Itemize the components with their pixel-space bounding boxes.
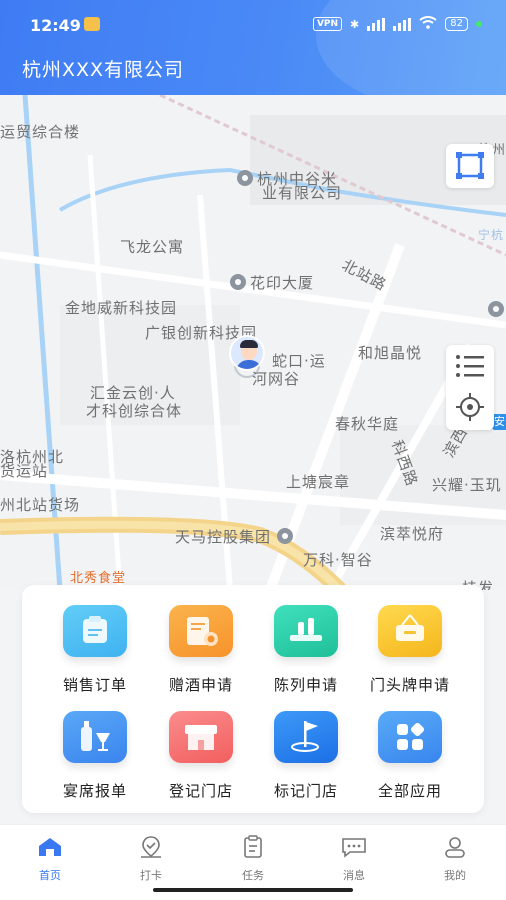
tab-profile[interactable]: 我的 [415, 835, 495, 883]
map-label: 和旭晶悦 [358, 344, 423, 362]
task-icon [244, 835, 262, 858]
map-label: 宁杭 [478, 228, 505, 242]
map-view[interactable]: 运贸综合楼 杭州中谷米 业有限公司 飞龙公寓 花印大厦 北站路 金地威新科技园 … [0, 95, 506, 590]
app-label: 赠酒申请 [168, 676, 233, 694]
register-store-icon [169, 711, 233, 763]
map-label: 上塘宸章 [286, 473, 351, 491]
map-label: 花印大厦 [230, 273, 314, 294]
tab-label: 消息 [343, 869, 365, 882]
wifi-icon [419, 16, 437, 32]
tab-home[interactable]: 首页 [10, 835, 90, 883]
app-label: 宴席报单 [62, 782, 127, 800]
list-icon [456, 355, 484, 377]
tab-label: 任务 [242, 869, 264, 882]
app-header: 12:49 VPN ✱ 82 杭州XXX有限公司 [0, 0, 506, 95]
app-label: 销售订单 [62, 676, 127, 694]
status-time: 12:49 [30, 16, 81, 35]
app-mark-store[interactable]: 标记门店 [251, 711, 361, 801]
tab-label: 首页 [39, 869, 61, 882]
map-label: 飞龙公寓 [120, 238, 185, 256]
charging-dot [476, 21, 482, 27]
frame-select-icon [456, 152, 484, 179]
all-apps-icon [378, 711, 442, 763]
locate-icon [456, 393, 484, 421]
bluetooth-icon: ✱ [350, 17, 360, 31]
signal-icon-2 [393, 17, 412, 31]
battery-indicator: 82 [445, 17, 468, 31]
app-all-apps[interactable]: 全部应用 [355, 711, 465, 801]
status-bar: 12:49 VPN ✱ 82 [0, 0, 506, 50]
gift-wine-icon [169, 605, 233, 657]
tab-task[interactable]: 任务 [213, 835, 293, 883]
display-icon [274, 605, 338, 657]
map-fullscreen-button[interactable] [446, 144, 494, 188]
app-display[interactable]: 陈列申请 [251, 605, 361, 695]
app-label: 门头牌申请 [369, 676, 450, 694]
app-sales-order[interactable]: 销售订单 [40, 605, 150, 695]
map-label: 河网谷 [252, 370, 301, 388]
map-label: 兴耀·玉玑 [432, 476, 502, 494]
home-icon [39, 838, 61, 856]
notification-icon [84, 17, 100, 31]
app-label: 登记门店 [168, 782, 233, 800]
home-indicator[interactable] [153, 888, 353, 892]
signboard-icon [378, 605, 442, 657]
map-label: 货运站 [0, 462, 49, 480]
banquet-icon [63, 711, 127, 763]
map-list-button[interactable] [446, 345, 494, 387]
map-label: 业有限公司 [262, 184, 343, 202]
tab-label: 我的 [444, 869, 466, 882]
app-register-store[interactable]: 登记门店 [146, 711, 256, 801]
map-label: 运贸综合楼 [0, 123, 81, 141]
map-label: 才科创综合体 [86, 402, 183, 420]
app-grid-card: 销售订单 赠酒申请 陈列申请 门头牌申请 宴席报单 登记门店 标记门店 全部应用 [22, 585, 484, 813]
map-label: 滨萃悦府 [380, 525, 445, 543]
map-label: 万科·智谷 [303, 551, 373, 569]
profile-icon [445, 837, 465, 858]
map-poi-pin [488, 301, 504, 317]
app-banquet[interactable]: 宴席报单 [40, 711, 150, 801]
company-title: 杭州XXX有限公司 [22, 59, 185, 81]
map-label: 天马控股集团 [175, 527, 297, 548]
app-label: 全部应用 [377, 782, 442, 800]
tab-label: 打卡 [140, 869, 162, 882]
app-signboard[interactable]: 门头牌申请 [355, 605, 465, 695]
signal-icon [367, 17, 386, 31]
map-label: 安 [492, 414, 506, 430]
tab-message[interactable]: 消息 [314, 835, 394, 883]
sales-order-icon [63, 605, 127, 657]
message-icon [342, 838, 366, 858]
app-label: 标记门店 [273, 782, 338, 800]
user-location-avatar[interactable] [229, 335, 265, 371]
app-label: 陈列申请 [273, 676, 338, 694]
map-tools-panel [446, 345, 494, 430]
checkin-icon [141, 836, 161, 858]
map-label: 州北站货场 [0, 496, 81, 514]
map-label: 金地威新科技园 [65, 299, 178, 317]
vpn-badge: VPN [312, 17, 343, 31]
mark-store-icon [274, 711, 338, 763]
map-label: 春秋华庭 [335, 415, 400, 433]
map-locate-button[interactable] [446, 388, 494, 430]
app-gift-wine[interactable]: 赠酒申请 [146, 605, 256, 695]
tab-checkin[interactable]: 打卡 [111, 835, 191, 883]
